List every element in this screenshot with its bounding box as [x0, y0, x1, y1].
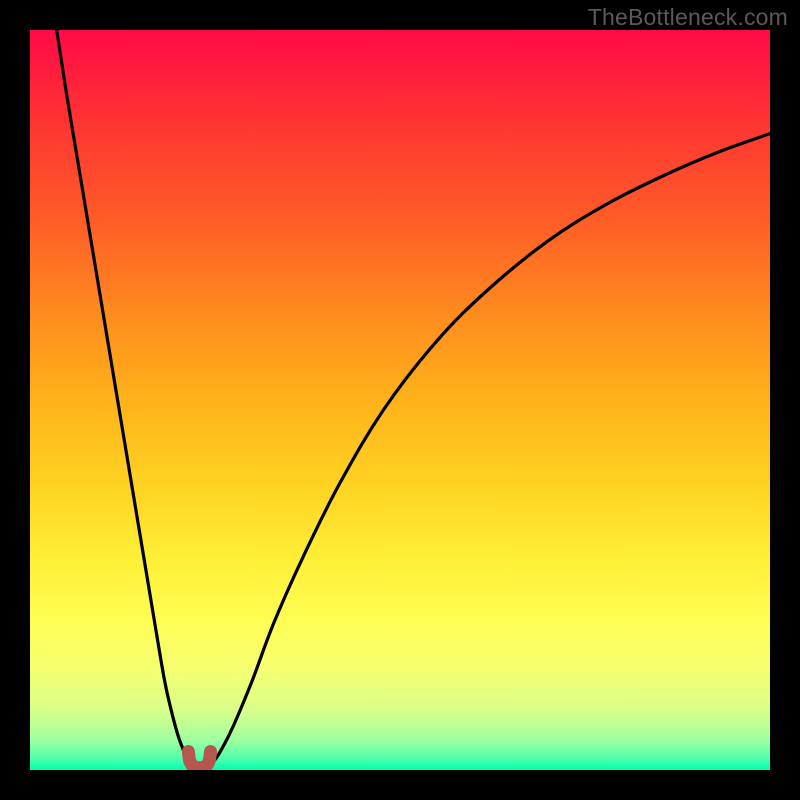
plot-area [30, 30, 770, 770]
minimum-marker [188, 752, 210, 768]
right-branch-curve [209, 134, 770, 766]
curve-layer [30, 30, 770, 770]
chart-frame: TheBottleneck.com [0, 0, 800, 800]
left-branch-curve [57, 30, 192, 766]
watermark-text: TheBottleneck.com [588, 4, 788, 31]
